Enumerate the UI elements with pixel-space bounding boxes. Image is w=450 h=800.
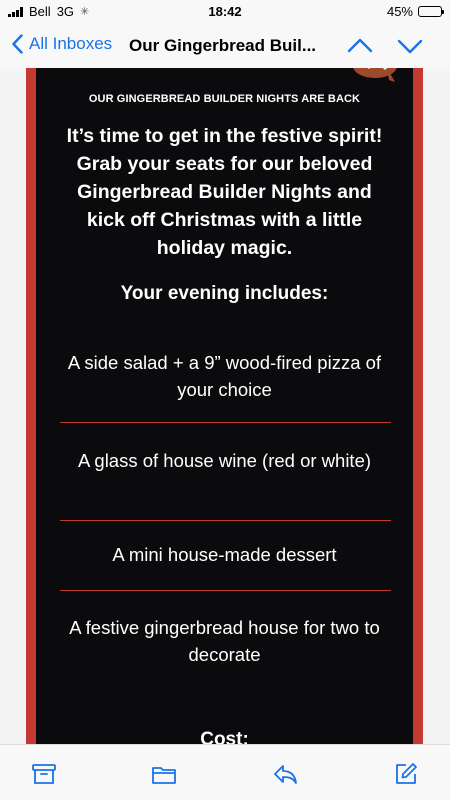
email-intro: It’s time to get in the festive spirit! … — [66, 125, 383, 259]
status-time: 18:42 — [208, 4, 242, 19]
back-button-label: All Inboxes — [29, 34, 113, 53]
list-item: A side salad + a 9” wood-fired pizza of … — [67, 352, 382, 400]
bottom-toolbar — [0, 744, 450, 800]
email-card: OUR GINGERBREAD BUILDER NIGHTS ARE BACK … — [36, 68, 413, 744]
divider — [60, 422, 391, 423]
nav-title: Our Gingerbread Buil... — [129, 36, 317, 55]
email-headline: OUR GINGERBREAD BUILDER NIGHTS ARE BACK — [88, 93, 361, 105]
list-item: A glass of house wine (red or white) — [77, 450, 372, 471]
chevron-left-icon — [12, 34, 23, 54]
battery-percent: 45% — [386, 4, 413, 19]
email-card-border: OUR GINGERBREAD BUILDER NIGHTS ARE BACK … — [26, 68, 423, 744]
compose-icon[interactable] — [393, 761, 419, 787]
back-button[interactable]: All Inboxes — [12, 34, 112, 54]
next-message-icon[interactable] — [396, 36, 424, 56]
battery-icon — [418, 6, 444, 17]
cost-heading: Cost: — [200, 729, 249, 744]
divider — [60, 520, 391, 521]
status-bar: Bell 3G ✳ 18:42 45% — [0, 0, 450, 24]
folder-icon[interactable] — [151, 761, 177, 787]
list-item: A mini house-made dessert — [112, 544, 337, 565]
status-right: 45% — [386, 4, 444, 19]
list-item: A festive gingerbread house for two to d… — [69, 617, 380, 665]
reply-icon[interactable] — [272, 761, 298, 787]
archive-icon[interactable] — [31, 761, 57, 787]
email-body[interactable]: OUR GINGERBREAD BUILDER NIGHTS ARE BACK … — [0, 68, 450, 744]
divider — [60, 590, 391, 591]
includes-heading: Your evening includes: — [120, 283, 329, 304]
previous-message-icon[interactable] — [346, 36, 374, 56]
gingerbread-ornament-icon — [353, 68, 397, 82]
nav-bar: All Inboxes Our Gingerbread Buil... — [0, 24, 450, 68]
